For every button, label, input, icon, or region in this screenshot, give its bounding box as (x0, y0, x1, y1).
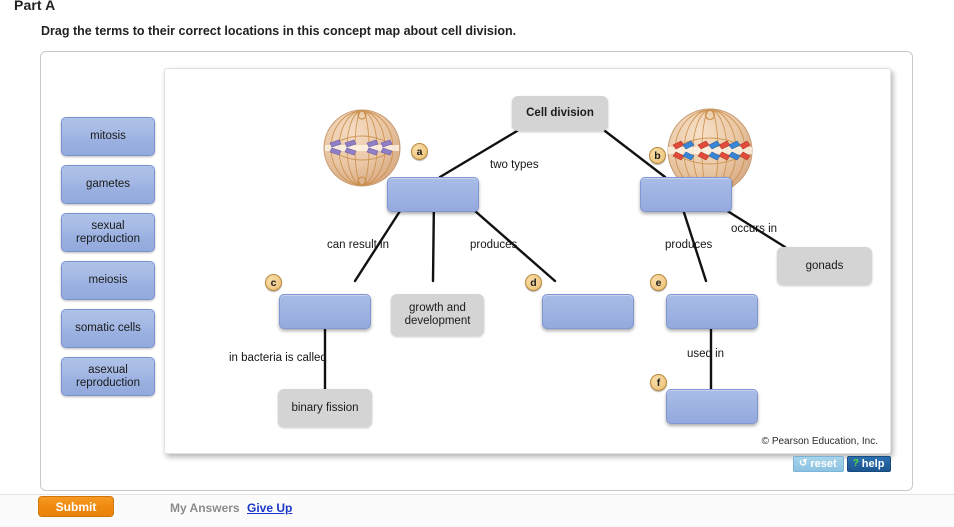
reset-icon: ↺ (799, 458, 808, 469)
copyright-notice: © Pearson Education, Inc. (761, 436, 878, 447)
letter-badge-label: b (654, 149, 661, 162)
letter-badge-label: d (530, 276, 537, 289)
edge-label-text: occurs in (731, 223, 778, 235)
term-tile-mitosis[interactable]: mitosis (61, 117, 155, 156)
submit-button-label: Submit (55, 499, 97, 514)
activity-panel: mitosis gametes sexual reproduction meio… (40, 51, 913, 491)
edge-label-text: two types (490, 159, 539, 171)
node-growth-and-development: growth and development (391, 294, 484, 336)
term-bank: mitosis gametes sexual reproduction meio… (61, 117, 155, 405)
edge-label-text: produces (665, 239, 713, 251)
letter-badge-e: e (650, 274, 667, 291)
edge-label-used-in: used in (687, 348, 724, 360)
term-tile-gametes[interactable]: gametes (61, 165, 155, 204)
node-label: Cell division (526, 107, 594, 119)
drop-target-c[interactable] (279, 294, 371, 329)
letter-badge-c: c (265, 274, 282, 291)
drop-target-b[interactable] (640, 177, 732, 212)
drop-target-e[interactable] (666, 294, 758, 329)
letter-badge-label: c (270, 276, 277, 289)
node-label: growth and development (404, 302, 471, 327)
submit-button[interactable]: Submit (38, 496, 114, 517)
letter-badge-b: b (649, 147, 666, 164)
node-binary-fission: binary fission (278, 389, 372, 427)
term-label: sexual reproduction (76, 219, 140, 245)
edge-label-occurs-in: occurs in (731, 223, 777, 235)
give-up-link[interactable]: Give Up (247, 501, 292, 515)
edge-label-text: used in (687, 348, 725, 360)
term-tile-somatic-cells[interactable]: somatic cells (61, 309, 155, 348)
edge-label-in-bacteria-is-called: in bacteria is called (229, 352, 327, 364)
term-tile-asexual-reproduction[interactable]: asexual reproduction (61, 357, 155, 396)
term-tile-meiosis[interactable]: meiosis (61, 261, 155, 300)
concept-map-canvas: Cell division a b c d e f growth and dev… (164, 68, 891, 454)
node-label: gonads (805, 259, 844, 272)
term-label: gametes (85, 178, 131, 190)
drop-target-a[interactable] (387, 177, 479, 212)
term-label: meiosis (88, 274, 128, 286)
letter-badge-a: a (411, 143, 428, 160)
term-label: mitosis (90, 130, 126, 142)
node-gonads: gonads (777, 247, 872, 285)
edge-label-produces-right: produces (665, 239, 712, 251)
letter-badge-label: e (655, 276, 662, 289)
letter-badge-f: f (650, 374, 667, 391)
term-tile-sexual-reproduction[interactable]: sexual reproduction (61, 213, 155, 252)
edge-label-two-types: two types (490, 159, 539, 171)
node-label: binary fission (291, 401, 359, 414)
term-label: somatic cells (75, 322, 141, 334)
footer-bar (0, 494, 954, 527)
node-cell-division: Cell division (512, 96, 608, 131)
letter-badge-label: f (656, 376, 661, 389)
my-answers-link[interactable]: My Answers (170, 501, 240, 515)
question-mark-icon: ? (852, 458, 859, 469)
reset-button[interactable]: ↺ reset (793, 456, 844, 472)
edge-label-text: in bacteria is called (229, 352, 327, 364)
tool-buttons: ↺ reset ? help (793, 456, 892, 472)
letter-badge-label: a (416, 145, 423, 158)
term-label: asexual reproduction (76, 363, 140, 389)
edge-label-can-result-in: can result in (327, 239, 389, 251)
letter-badge-d: d (525, 274, 542, 291)
page-title: Part A (14, 0, 56, 13)
mitosis-cell-figure (323, 109, 401, 187)
edge-label-produces-left: produces (470, 239, 517, 251)
help-button-label: help (861, 458, 885, 470)
reset-button-label: reset (810, 458, 837, 470)
instructions-text: Drag the terms to their correct location… (41, 24, 517, 38)
drop-target-f[interactable] (666, 389, 758, 424)
edge-label-text: can result in (327, 239, 390, 251)
help-button[interactable]: ? help (846, 456, 892, 472)
drop-target-d[interactable] (542, 294, 634, 329)
edge-label-text: produces (470, 239, 518, 251)
